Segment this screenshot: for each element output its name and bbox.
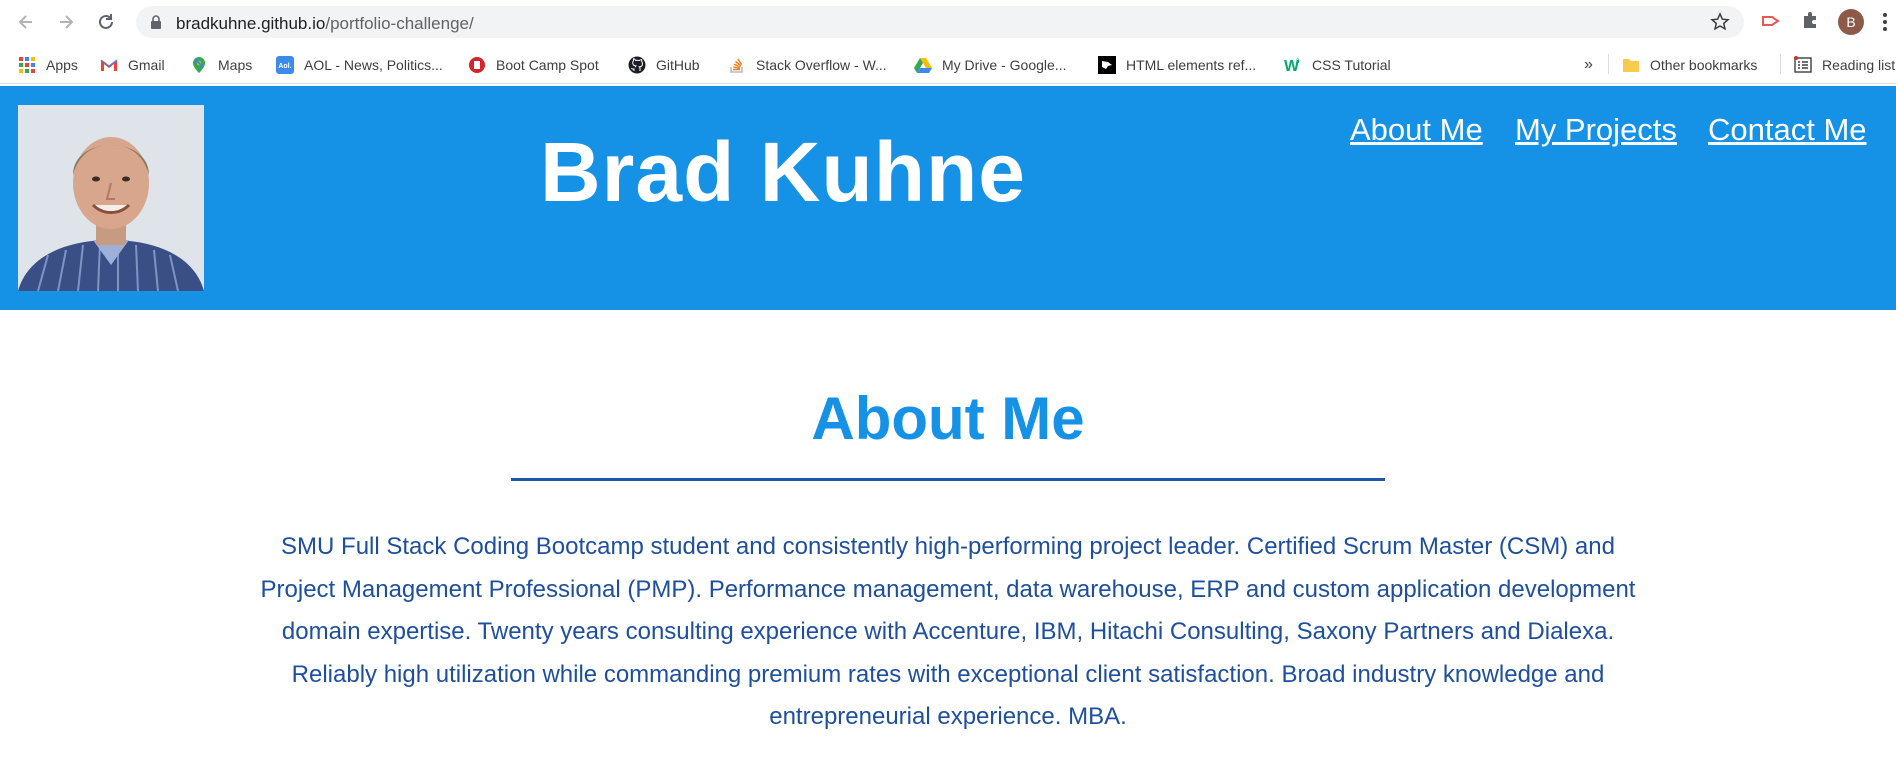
bookmark-label: Maps <box>218 57 253 73</box>
kebab-menu-icon[interactable] <box>1882 12 1888 37</box>
bookmark-label: Boot Camp Spot <box>496 57 599 73</box>
url-text[interactable]: bradkuhne.github.io/portfolio-challenge/ <box>176 14 474 34</box>
address-bar[interactable]: bradkuhne.github.io/portfolio-challenge/ <box>136 6 1744 38</box>
profile-avatar[interactable]: B <box>1838 9 1864 35</box>
bookmark-bootcampspot[interactable]: Boot Camp Spot <box>468 54 599 76</box>
section-divider <box>511 478 1385 481</box>
bookmark-label: Other bookmarks <box>1650 57 1758 73</box>
browser-toolbar: bradkuhne.github.io/portfolio-challenge/… <box>0 0 1896 44</box>
bookmark-maps[interactable]: Maps <box>190 54 252 76</box>
svg-text:Aol.: Aol. <box>278 63 291 70</box>
other-bookmarks-folder[interactable]: Other bookmarks <box>1622 54 1757 76</box>
reading-list-button[interactable]: Reading list <box>1794 54 1895 76</box>
bookmark-label: CSS Tutorial <box>1312 57 1391 73</box>
about-me-text: SMU Full Stack Coding Bootcamp student a… <box>260 533 1636 730</box>
bookmark-aol[interactable]: Aol. AOL - News, Politics... <box>276 54 443 76</box>
bookmark-label: Reading list <box>1822 57 1896 73</box>
gmail-icon <box>100 56 118 74</box>
url-path: /portfolio-challenge/ <box>325 14 474 33</box>
bookmark-label: Gmail <box>128 57 165 73</box>
profile-photo <box>18 105 204 291</box>
apps-grid-icon <box>18 56 36 74</box>
url-domain: bradkuhne.github.io <box>176 14 326 33</box>
bookmarks-divider <box>1608 54 1609 74</box>
site-title: Brad Kuhne <box>540 125 1027 219</box>
bootcampspot-icon <box>468 56 486 74</box>
bookmark-google-drive[interactable]: My Drive - Google... <box>914 54 1066 76</box>
about-me-heading: About Me <box>811 385 1085 452</box>
mdn-icon <box>1098 56 1116 74</box>
nav-link-contact-me[interactable]: Contact Me <box>1708 112 1867 148</box>
bookmark-gmail[interactable]: Gmail <box>100 54 165 76</box>
w3schools-icon: W3 <box>1284 56 1302 75</box>
stackoverflow-icon <box>728 56 746 74</box>
bookmark-label: Apps <box>46 57 78 73</box>
bookmark-label: My Drive - Google... <box>942 57 1067 73</box>
bookmarks-divider <box>1780 54 1781 74</box>
bookmark-w3schools[interactable]: W3 CSS Tutorial <box>1284 54 1391 76</box>
maps-pin-icon <box>190 56 208 74</box>
extension-arrow-icon[interactable] <box>1760 10 1782 37</box>
bookmark-label: AOL - News, Politics... <box>304 57 443 73</box>
bookmark-label: HTML elements ref... <box>1126 57 1257 73</box>
aol-icon: Aol. <box>276 56 294 74</box>
lock-icon <box>150 15 162 34</box>
bookmark-mdn[interactable]: HTML elements ref... <box>1098 54 1256 76</box>
extensions-puzzle-icon[interactable] <box>1800 10 1820 35</box>
main-content: About Me SMU Full Stack Coding Bootcamp … <box>0 310 1896 758</box>
bookmark-label: GitHub <box>656 57 700 73</box>
bookmark-stackoverflow[interactable]: Stack Overflow - W... <box>728 54 887 76</box>
bookmark-star-icon[interactable] <box>1710 12 1730 37</box>
nav-link-about-me[interactable]: About Me <box>1350 112 1483 148</box>
reload-icon[interactable] <box>92 8 120 36</box>
bookmarks-bar: Apps Gmail Maps Aol. AOL - News, Politic… <box>0 44 1896 84</box>
bookmark-github[interactable]: GitHub <box>628 54 700 76</box>
back-arrow-icon[interactable] <box>12 8 40 36</box>
nav-link-my-projects[interactable]: My Projects <box>1515 112 1677 148</box>
bookmark-apps[interactable]: Apps <box>18 54 78 76</box>
github-icon <box>628 56 646 74</box>
forward-arrow-icon[interactable] <box>52 8 80 36</box>
site-header: Brad Kuhne About Me My Projects Contact … <box>0 86 1896 310</box>
folder-icon <box>1622 56 1640 74</box>
google-drive-icon <box>914 56 932 74</box>
svg-text:3: 3 <box>1296 59 1300 65</box>
bookmark-label: Stack Overflow - W... <box>756 57 887 73</box>
reading-list-icon <box>1794 56 1812 74</box>
bookmarks-overflow-chevron[interactable]: » <box>1584 54 1593 76</box>
